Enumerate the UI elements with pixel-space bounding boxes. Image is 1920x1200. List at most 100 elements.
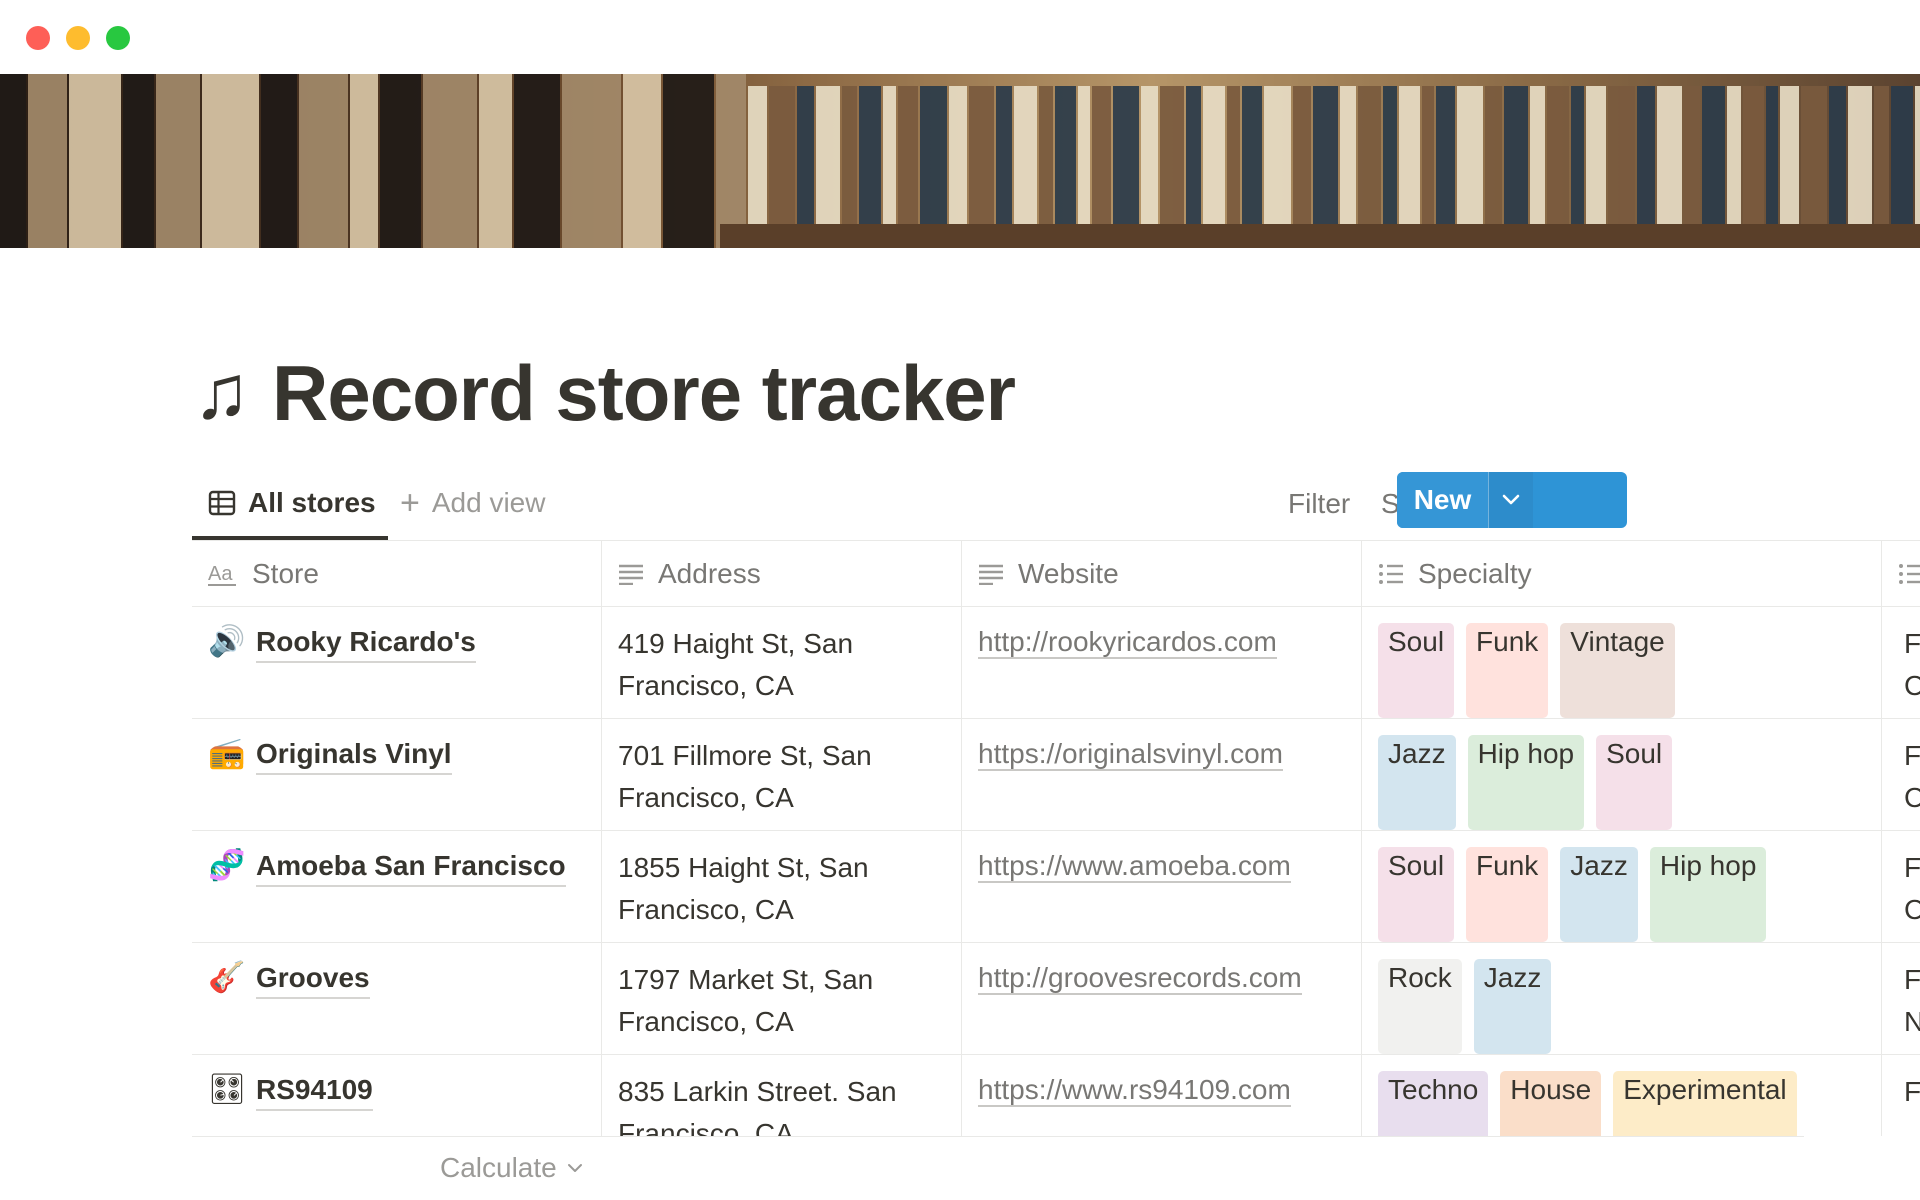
specialty-cell[interactable]: Techno House Experimental xyxy=(1362,1055,1882,1136)
specialty-tag: Soul xyxy=(1378,847,1455,942)
store-name-link[interactable]: Amoeba San Francisco xyxy=(256,847,566,887)
column-header-label: Specialty xyxy=(1418,557,1532,589)
table-row[interactable]: 🎛 RS94109 835 Larkin Street. San Francisco… xyxy=(192,1055,1920,1136)
next-column-value: C xyxy=(1904,777,1920,819)
address-cell[interactable]: 835 Larkin Street. San Francisco, CA xyxy=(602,1055,962,1136)
next-column-cell[interactable]: FC xyxy=(1882,719,1920,830)
store-cell[interactable]: 🎸 Grooves xyxy=(192,943,602,1054)
chevron-down-icon xyxy=(567,1164,582,1172)
table-row[interactable]: 📻 Originals Vinyl 701 Fillmore St, San Fra… xyxy=(192,719,1920,831)
next-column-cell[interactable]: FC xyxy=(1882,607,1920,718)
specialty-tag: Funk xyxy=(1466,847,1549,942)
specialty-tag: Hip hop xyxy=(1649,847,1767,942)
next-column-cell[interactable]: FC xyxy=(1882,831,1920,942)
next-column-value: F xyxy=(1904,1076,1920,1107)
column-header-website[interactable]: Website xyxy=(962,541,1362,606)
specialty-tag: Jazz xyxy=(1378,735,1456,830)
window-titlebar xyxy=(0,0,1920,74)
address-cell[interactable]: 1855 Haight St, San Francisco, CA xyxy=(602,831,962,942)
column-header-label: Address xyxy=(658,557,761,589)
specialty-cell[interactable]: Jazz Hip hop Soul xyxy=(1362,719,1882,830)
website-cell[interactable]: https://www.amoeba.com xyxy=(962,831,1362,942)
column-header-label: Store xyxy=(252,557,319,589)
specialty-tag: Techno xyxy=(1378,1071,1489,1136)
add-view-label: Add view xyxy=(431,487,546,518)
specialty-tag: Jazz xyxy=(1560,847,1638,942)
table-icon xyxy=(208,490,236,516)
next-column-cell[interactable]: F xyxy=(1882,1055,1920,1136)
specialty-cell[interactable]: Soul Funk Jazz Hip hop xyxy=(1362,831,1882,942)
new-dropdown-button[interactable] xyxy=(1488,472,1533,528)
chevron-down-icon xyxy=(1502,494,1520,505)
table-row[interactable]: 🧬 Amoeba San Francisco 1855 Haight St, San… xyxy=(192,831,1920,943)
specialty-tag: Rock xyxy=(1378,959,1462,1054)
zoom-window-button[interactable] xyxy=(106,26,130,50)
music-note-icon[interactable]: ♫ xyxy=(193,355,250,431)
close-window-button[interactable] xyxy=(26,26,50,50)
next-column-cell[interactable]: FN xyxy=(1882,943,1920,1054)
website-link[interactable]: http://groovesrecords.com xyxy=(978,962,1302,995)
tab-label: All stores xyxy=(248,487,376,518)
address-cell[interactable]: 419 Haight St, San Francisco, CA xyxy=(602,607,962,718)
text-lines-icon xyxy=(979,564,1003,585)
store-name-link[interactable]: Grooves xyxy=(256,959,370,999)
multi-select-icon xyxy=(1899,563,1920,584)
table-row[interactable]: 🔊 Rooky Ricardo's 419 Haight St, San Franc… xyxy=(192,607,1920,719)
next-column-value: F xyxy=(1904,628,1920,659)
table-footer-divider xyxy=(192,1136,1804,1137)
specialty-tag: House xyxy=(1500,1071,1602,1136)
website-cell[interactable]: https://originalsvinyl.com xyxy=(962,719,1362,830)
specialty-tag: Hip hop xyxy=(1467,735,1585,830)
column-header-store[interactable]: Aa Store xyxy=(192,541,602,606)
store-name-link[interactable]: RS94109 xyxy=(256,1071,373,1111)
page-title[interactable]: Record store tracker xyxy=(272,348,1016,439)
store-cell[interactable]: 🎛 RS94109 xyxy=(192,1055,602,1136)
store-emoji-icon: 🧬 xyxy=(208,849,246,882)
specialty-cell[interactable]: Rock Jazz xyxy=(1362,943,1882,1054)
database-table: Aa Store Address Website Specialty 🔊 Roo… xyxy=(192,540,1920,1136)
column-header-address[interactable]: Address xyxy=(602,541,962,606)
add-view-button[interactable]: + Add view xyxy=(400,470,545,536)
store-emoji-icon: 🔊 xyxy=(208,625,246,658)
website-link[interactable]: http://rookyricardos.com xyxy=(978,626,1277,659)
address-cell[interactable]: 1797 Market St, San Francisco, CA xyxy=(602,943,962,1054)
column-header-next[interactable] xyxy=(1882,541,1920,606)
column-header-specialty[interactable]: Specialty xyxy=(1362,541,1882,606)
specialty-tag: Vintage xyxy=(1560,623,1675,718)
next-column-value: N xyxy=(1904,1001,1920,1043)
specialty-tag: Soul xyxy=(1378,623,1455,718)
store-emoji-icon: 🎛 xyxy=(208,1073,247,1106)
new-button[interactable]: New xyxy=(1397,472,1488,528)
specialty-tag: Experimental xyxy=(1613,1071,1797,1136)
store-emoji-icon: 📻 xyxy=(208,737,246,770)
filter-button[interactable]: Filter xyxy=(1288,484,1350,524)
store-cell[interactable]: 🧬 Amoeba San Francisco xyxy=(192,831,602,942)
specialty-cell[interactable]: Soul Funk Vintage xyxy=(1362,607,1882,718)
store-name-link[interactable]: Rooky Ricardo's xyxy=(256,623,476,663)
store-cell[interactable]: 📻 Originals Vinyl xyxy=(192,719,602,830)
specialty-tag: Funk xyxy=(1466,623,1549,718)
website-cell[interactable]: http://groovesrecords.com xyxy=(962,943,1362,1054)
minimize-window-button[interactable] xyxy=(66,26,90,50)
table-header-row: Aa Store Address Website Specialty xyxy=(192,541,1920,607)
website-link[interactable]: https://www.rs94109.com xyxy=(978,1074,1291,1107)
address-cell[interactable]: 701 Fillmore St, San Francisco, CA xyxy=(602,719,962,830)
tab-all-stores[interactable]: All stores xyxy=(192,470,388,540)
website-cell[interactable]: https://www.rs94109.com xyxy=(962,1055,1362,1136)
next-column-value: C xyxy=(1904,889,1920,931)
website-link[interactable]: https://originalsvinyl.com xyxy=(978,738,1284,771)
store-cell[interactable]: 🔊 Rooky Ricardo's xyxy=(192,607,602,718)
calculate-button[interactable]: Calculate xyxy=(440,1152,583,1184)
text-lines-icon xyxy=(619,564,643,585)
website-link[interactable]: https://www.amoeba.com xyxy=(978,850,1291,883)
next-column-value: F xyxy=(1904,740,1920,771)
multi-select-icon xyxy=(1379,563,1403,584)
next-column-value: F xyxy=(1904,964,1920,995)
table-row[interactable]: 🎸 Grooves 1797 Market St, San Francisco, C… xyxy=(192,943,1920,1055)
plus-icon: + xyxy=(400,483,420,522)
calculate-label: Calculate xyxy=(440,1152,557,1183)
website-cell[interactable]: http://rookyricardos.com xyxy=(962,607,1362,718)
column-header-label: Website xyxy=(1018,557,1119,589)
store-name-link[interactable]: Originals Vinyl xyxy=(256,735,452,775)
cover-image xyxy=(0,74,1920,248)
